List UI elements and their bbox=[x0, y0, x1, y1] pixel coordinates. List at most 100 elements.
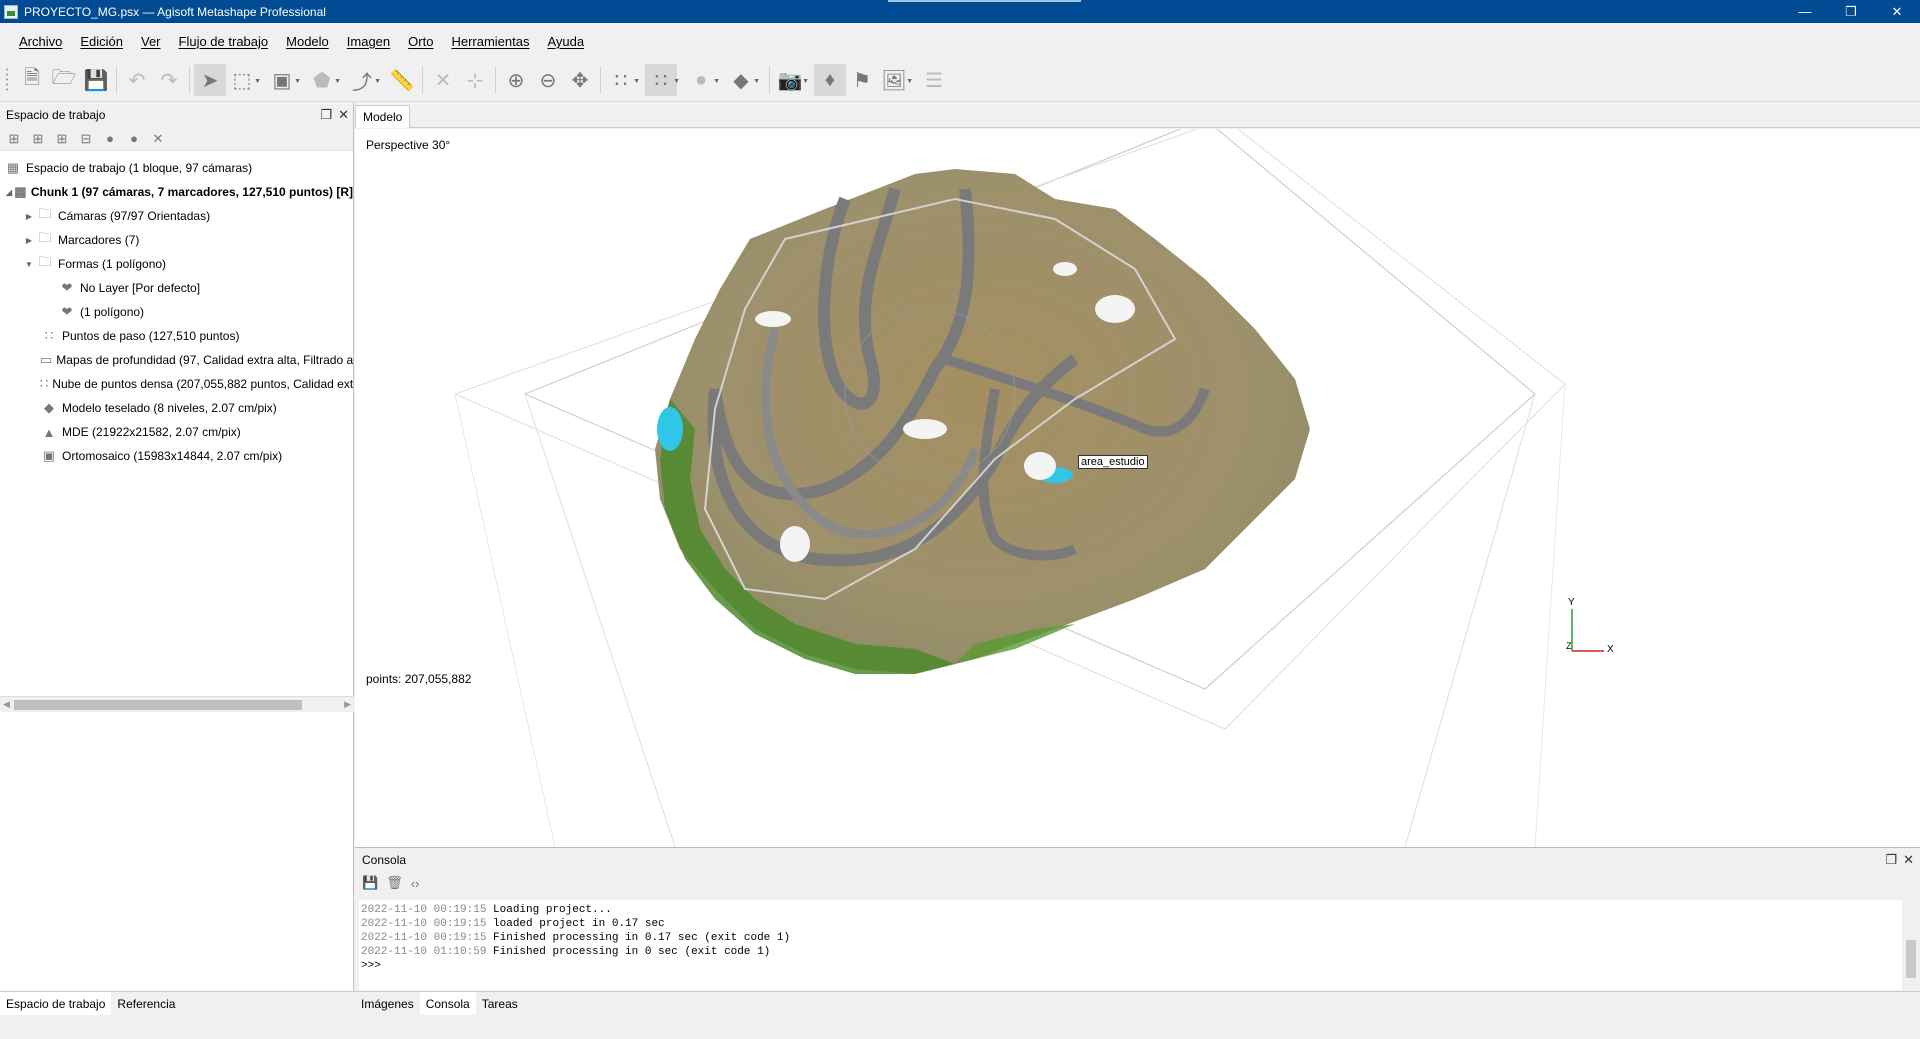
draw-polygon-icon[interactable]: ⬟ ▼ bbox=[306, 64, 341, 96]
expand-icon[interactable]: ▶ bbox=[22, 212, 36, 221]
ruler-icon[interactable]: 📏 bbox=[386, 64, 418, 96]
layers-icon[interactable]: ☰ bbox=[918, 64, 950, 96]
restore-button[interactable]: ❐ bbox=[1828, 0, 1874, 23]
collapse-icon[interactable]: ▼ bbox=[22, 260, 36, 269]
open-folder-icon[interactable]: 🗁 bbox=[48, 64, 80, 96]
tab-referencia[interactable]: Referencia bbox=[111, 992, 181, 1016]
crop-selection-icon[interactable]: ⊹ bbox=[459, 64, 491, 96]
menu-herramientas[interactable]: Herramientas bbox=[442, 34, 538, 49]
menu-orto[interactable]: Orto bbox=[399, 34, 442, 49]
tree-root[interactable]: ▦ Espacio de trabajo (1 bloque, 97 cámar… bbox=[0, 156, 353, 180]
mesh-icon[interactable]: ● ▼ bbox=[685, 64, 720, 96]
save-icon[interactable]: 💾 bbox=[80, 64, 112, 96]
close-console-icon[interactable]: ✕ bbox=[1903, 852, 1914, 868]
tab-tareas[interactable]: Tareas bbox=[476, 992, 524, 1016]
redo-icon[interactable]: ↷ bbox=[153, 64, 185, 96]
tree-item-depth-maps[interactable]: ▭ Mapas de profundidad (97, Calidad extr… bbox=[0, 348, 353, 372]
zoom-out-icon[interactable]: ⊖ bbox=[532, 64, 564, 96]
add-folder-icon[interactable]: ⊞ bbox=[54, 131, 70, 147]
add-photos-icon[interactable]: ⊞ bbox=[30, 131, 46, 147]
tab-consola[interactable]: Consola bbox=[419, 991, 476, 1016]
camera-icon[interactable]: 📷 ▼ bbox=[774, 64, 809, 96]
add-chunk-icon[interactable]: ⊞ bbox=[6, 131, 22, 147]
reset-view-icon[interactable]: ✥ bbox=[564, 64, 596, 96]
title-accent bbox=[888, 0, 1081, 2]
dense-cloud-icon[interactable]: ∷ ▼ bbox=[645, 64, 680, 96]
white-patch-3 bbox=[780, 526, 810, 562]
scroll-left-icon[interactable]: ◀ bbox=[3, 699, 10, 710]
toolbar-grip[interactable] bbox=[4, 67, 10, 93]
save-log-icon[interactable]: 💾 bbox=[362, 875, 378, 891]
tab-imagenes[interactable]: Imágenes bbox=[355, 992, 420, 1016]
delete-selection-icon[interactable]: ✕ bbox=[427, 64, 459, 96]
scroll-right-icon[interactable]: ▶ bbox=[344, 699, 351, 710]
clear-log-icon[interactable]: 🗑 bbox=[386, 875, 403, 891]
tree-chunk[interactable]: ◢ ▩ Chunk 1 (97 cámaras, 7 marcadores, 1… bbox=[0, 180, 353, 204]
rectangle-selection-icon[interactable]: ⬚ ▼ bbox=[226, 64, 261, 96]
tie-points-icon[interactable]: ∷ ▼ bbox=[605, 64, 640, 96]
disable-icon[interactable]: ● bbox=[126, 131, 142, 146]
scroll-thumb[interactable] bbox=[14, 700, 302, 710]
menu-edicion[interactable]: Edición bbox=[71, 34, 132, 49]
tree-item-no-layer[interactable]: ❤ No Layer [Por defecto] bbox=[0, 276, 353, 300]
model-scene[interactable] bbox=[355, 129, 1920, 847]
points-count-label: points: 207,055,882 bbox=[366, 672, 472, 686]
view-tab-bar: Modelo bbox=[355, 103, 1920, 128]
remove-items-icon[interactable]: ⊟ bbox=[78, 131, 94, 147]
menu-modelo[interactable]: Modelo bbox=[277, 34, 338, 49]
console-prompt[interactable]: >>> bbox=[361, 959, 1900, 973]
tree-item-markers[interactable]: ▶ 🗀 Marcadores (7) bbox=[0, 228, 353, 252]
horizontal-scrollbar[interactable]: ◀ ▶ bbox=[0, 696, 354, 712]
markers-flag-icon[interactable]: ⚑ bbox=[846, 64, 878, 96]
image-overlay-icon[interactable]: 🖼 ▼ bbox=[878, 64, 913, 96]
tiled-model-icon[interactable]: ◆ ▼ bbox=[725, 64, 760, 96]
float-panel-icon[interactable]: ❐ bbox=[320, 107, 332, 123]
tree-item-orthomosaic[interactable]: ▣ Ortomosaico (15983x14844, 2.07 cm/pix) bbox=[0, 444, 353, 468]
resize-region-icon[interactable]: ▣ ▼ bbox=[266, 64, 301, 96]
expand-icon[interactable]: ▶ bbox=[22, 236, 36, 245]
shapes-icon[interactable]: ♦ bbox=[814, 64, 846, 96]
tree-item-dense-cloud[interactable]: ∷ Nube de puntos densa (207,055,882 punt… bbox=[0, 372, 353, 396]
workspace-tree: ▦ Espacio de trabajo (1 bloque, 97 cámar… bbox=[0, 151, 353, 468]
undo-icon[interactable]: ↶ bbox=[121, 64, 153, 96]
new-file-icon[interactable]: 🗎 bbox=[16, 64, 48, 96]
model-viewport[interactable]: Perspective 30° points: 207,055,882 area… bbox=[355, 129, 1920, 847]
tree-item-tiled-model[interactable]: ◆ Modelo teselado (8 niveles, 2.07 cm/pi… bbox=[0, 396, 353, 420]
menu-imagen[interactable]: Imagen bbox=[338, 34, 399, 49]
menu-ayuda[interactable]: Ayuda bbox=[538, 34, 593, 49]
navigation-cursor-icon[interactable]: ➤ bbox=[194, 64, 226, 96]
left-tabs: Espacio de trabajo Referencia bbox=[0, 991, 355, 1016]
console-log[interactable]: 2022-11-10 00:19:15 Loading project... 2… bbox=[359, 900, 1902, 990]
shape-label: area_estudio bbox=[1078, 455, 1148, 469]
tab-espacio-de-trabajo[interactable]: Espacio de trabajo bbox=[0, 991, 112, 1016]
menu-archivo[interactable]: Archivo bbox=[10, 34, 71, 49]
zoom-in-icon[interactable]: ⊕ bbox=[500, 64, 532, 96]
run-script-icon[interactable]: ‹› bbox=[411, 876, 420, 891]
log-line: 2022-11-10 00:19:15 loaded project in 0.… bbox=[361, 918, 665, 930]
menu-ver[interactable]: Ver bbox=[132, 34, 170, 49]
tree-item-dem[interactable]: ▲ MDE (21922x21582, 2.07 cm/pix) bbox=[0, 420, 353, 444]
enable-icon[interactable]: ● bbox=[102, 131, 118, 146]
main-toolbar: 🗎 🗁 💾 ↶ ↷ ➤ ⬚ ▼ ▣ ▼ ⬟ ▼ ⤴ ▼ 📏 ✕ ⊹ ⊕ ⊖ ✥ ∷ ▼ ∷… bbox=[0, 59, 1920, 102]
console-scrollbar[interactable] bbox=[1904, 900, 1918, 990]
log-line: 2022-11-10 00:19:15 Finished processing … bbox=[361, 932, 791, 944]
collapse-icon[interactable]: ◢ bbox=[4, 188, 14, 197]
tree-item-shapes[interactable]: ▼ 🗀 Formas (1 polígono) bbox=[0, 252, 353, 276]
close-window-button[interactable]: ✕ bbox=[1874, 0, 1920, 23]
menu-flujo-de-trabajo[interactable]: Flujo de trabajo bbox=[170, 34, 278, 49]
delete-icon[interactable]: ✕ bbox=[150, 131, 166, 147]
tree-item-tie-points[interactable]: ∷ Puntos de paso (127,510 puntos) bbox=[0, 324, 353, 348]
shape-layer-icon: ❤ bbox=[61, 280, 73, 295]
tree-item-polygon[interactable]: ❤ (1 polígono) bbox=[0, 300, 353, 324]
draw-polyline-icon[interactable]: ⤴ ▼ bbox=[346, 64, 381, 96]
tree-item-cameras[interactable]: ▶ 🗀 Cámaras (97/97 Orientadas) bbox=[0, 204, 353, 228]
minimize-button[interactable]: — bbox=[1782, 0, 1828, 23]
console-panel: Consola ❐ ✕ 💾 🗑 ‹› 2022-11-10 00:19:15 L… bbox=[355, 847, 1920, 991]
status-bar bbox=[0, 1015, 1920, 1039]
workspace-panel: Espacio de trabajo ❐ ✕ ⊞ ⊞ ⊞ ⊟ ● ● ✕ ▦ E… bbox=[0, 103, 354, 991]
float-console-icon[interactable]: ❐ bbox=[1885, 852, 1897, 868]
axis-y-label: Y bbox=[1568, 597, 1575, 608]
tab-modelo[interactable]: Modelo bbox=[355, 105, 411, 128]
close-panel-icon[interactable]: ✕ bbox=[338, 107, 349, 123]
workspace-icon: ▦ bbox=[6, 160, 20, 175]
